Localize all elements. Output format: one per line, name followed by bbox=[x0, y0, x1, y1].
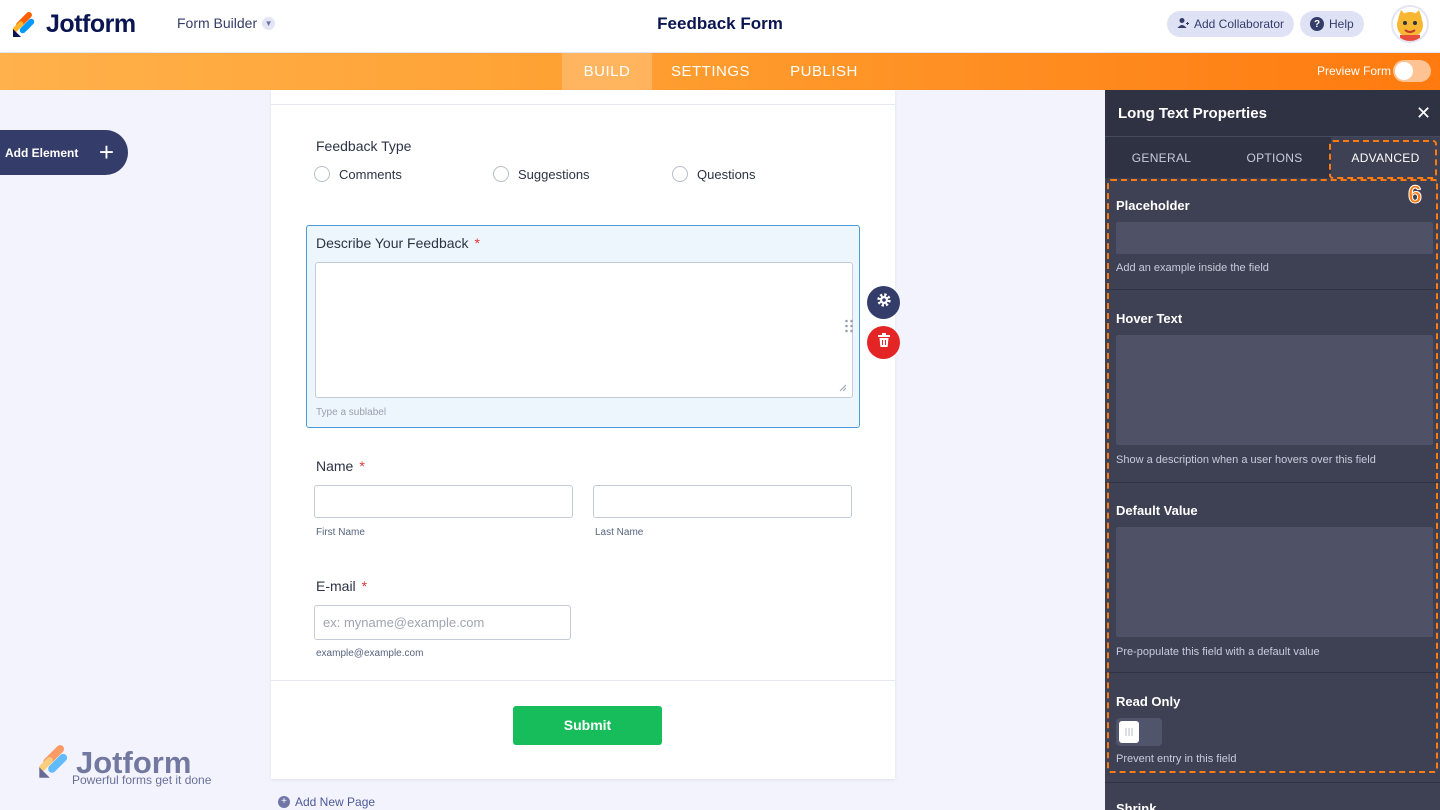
radio-label: Comments bbox=[339, 166, 402, 182]
add-element-label: Add Element bbox=[5, 145, 79, 160]
email-placeholder: ex: myname@example.com bbox=[323, 615, 485, 630]
last-name-input[interactable] bbox=[593, 485, 852, 518]
builder-nav: BUILD SETTINGS PUBLISH Preview Form bbox=[0, 53, 1440, 90]
divider bbox=[271, 680, 895, 681]
required-mark: * bbox=[361, 578, 368, 594]
close-icon[interactable]: ✕ bbox=[1416, 103, 1431, 124]
plus-circle-icon: + bbox=[278, 796, 290, 808]
step-number-badge: 6 bbox=[1408, 181, 1423, 210]
radio-circle bbox=[493, 166, 509, 182]
radio-questions[interactable]: Questions bbox=[672, 166, 756, 182]
radio-label: Suggestions bbox=[518, 166, 590, 182]
shrink-label: Shrink bbox=[1116, 801, 1157, 810]
resize-handle-icon bbox=[839, 384, 846, 391]
preview-form-toggle[interactable] bbox=[1393, 60, 1431, 82]
plus-icon: + bbox=[98, 137, 114, 167]
submit-button[interactable]: Submit bbox=[513, 706, 662, 745]
radio-circle bbox=[672, 166, 688, 182]
first-name-sublabel: First Name bbox=[316, 527, 365, 538]
form-card: Feedback Type Comments Suggestions Quest… bbox=[271, 90, 895, 779]
last-name-sublabel: Last Name bbox=[595, 527, 644, 538]
trash-icon bbox=[877, 333, 890, 352]
radio-circle bbox=[314, 166, 330, 182]
add-collaborator-label: Add Collaborator bbox=[1194, 17, 1285, 31]
describe-feedback-label[interactable]: Describe Your Feedback * bbox=[316, 235, 480, 251]
drag-handle-icon[interactable] bbox=[845, 319, 853, 333]
help-label: Help bbox=[1329, 17, 1354, 31]
jotform-watermark-icon bbox=[38, 745, 68, 778]
email-sublabel: example@example.com bbox=[316, 648, 424, 659]
delete-field-button[interactable] bbox=[867, 326, 900, 359]
first-name-input[interactable] bbox=[314, 485, 573, 518]
toggle-knob bbox=[1395, 62, 1413, 80]
field-properties-button[interactable] bbox=[867, 286, 900, 319]
tab-settings[interactable]: SETTINGS bbox=[662, 53, 759, 90]
email-input[interactable]: ex: myname@example.com bbox=[314, 605, 571, 640]
email-label[interactable]: E-mail * bbox=[316, 578, 367, 594]
add-new-page-label: Add New Page bbox=[295, 795, 376, 809]
user-add-icon bbox=[1177, 17, 1189, 32]
help-icon: ? bbox=[1310, 17, 1324, 31]
brand-name: Jotform bbox=[46, 10, 136, 38]
feedback-textarea[interactable] bbox=[315, 262, 853, 398]
advanced-options-highlight bbox=[1107, 179, 1438, 773]
feedback-type-label[interactable]: Feedback Type bbox=[316, 138, 411, 154]
email-label-text: E-mail bbox=[316, 578, 356, 594]
required-mark: * bbox=[474, 235, 480, 251]
chevron-down-icon: ▼ bbox=[262, 16, 276, 30]
radio-label: Questions bbox=[697, 166, 756, 182]
jotform-logo[interactable]: Jotform bbox=[12, 10, 136, 39]
tab-build[interactable]: BUILD bbox=[562, 53, 652, 90]
top-bar: Jotform Form Builder ▼ Feedback Form Add… bbox=[0, 0, 1440, 53]
avatar[interactable] bbox=[1391, 5, 1429, 43]
help-button[interactable]: ? Help bbox=[1300, 11, 1364, 37]
jotform-logo-icon bbox=[12, 11, 38, 38]
name-label[interactable]: Name * bbox=[316, 458, 365, 474]
selected-long-text-field[interactable]: Describe Your Feedback * Type a sublabel bbox=[306, 225, 860, 428]
add-element-button[interactable]: Add Element + bbox=[0, 130, 128, 175]
radio-comments[interactable]: Comments bbox=[314, 166, 402, 182]
tab-general[interactable]: GENERAL bbox=[1105, 137, 1218, 179]
sublabel-input[interactable]: Type a sublabel bbox=[316, 407, 386, 418]
watermark-tagline: Powerful forms get it done bbox=[72, 773, 212, 787]
radio-suggestions[interactable]: Suggestions bbox=[493, 166, 590, 182]
advanced-tab-highlight bbox=[1329, 140, 1437, 179]
tab-options[interactable]: OPTIONS bbox=[1218, 137, 1331, 179]
form-builder-label: Form Builder bbox=[177, 15, 258, 31]
panel-title: Long Text Properties bbox=[1118, 105, 1267, 122]
describe-feedback-text: Describe Your Feedback bbox=[316, 235, 469, 251]
tab-publish[interactable]: PUBLISH bbox=[782, 53, 866, 90]
add-new-page-button[interactable]: + Add New Page bbox=[278, 795, 375, 809]
divider bbox=[271, 104, 895, 105]
preview-form-label: Preview Form bbox=[1317, 64, 1392, 78]
panel-header: Long Text Properties ✕ bbox=[1105, 90, 1440, 136]
required-mark: * bbox=[359, 458, 365, 474]
gear-icon bbox=[876, 292, 892, 313]
name-label-text: Name bbox=[316, 458, 354, 474]
add-collaborator-button[interactable]: Add Collaborator bbox=[1167, 11, 1295, 37]
form-builder-dropdown[interactable]: Form Builder ▼ bbox=[177, 15, 276, 31]
